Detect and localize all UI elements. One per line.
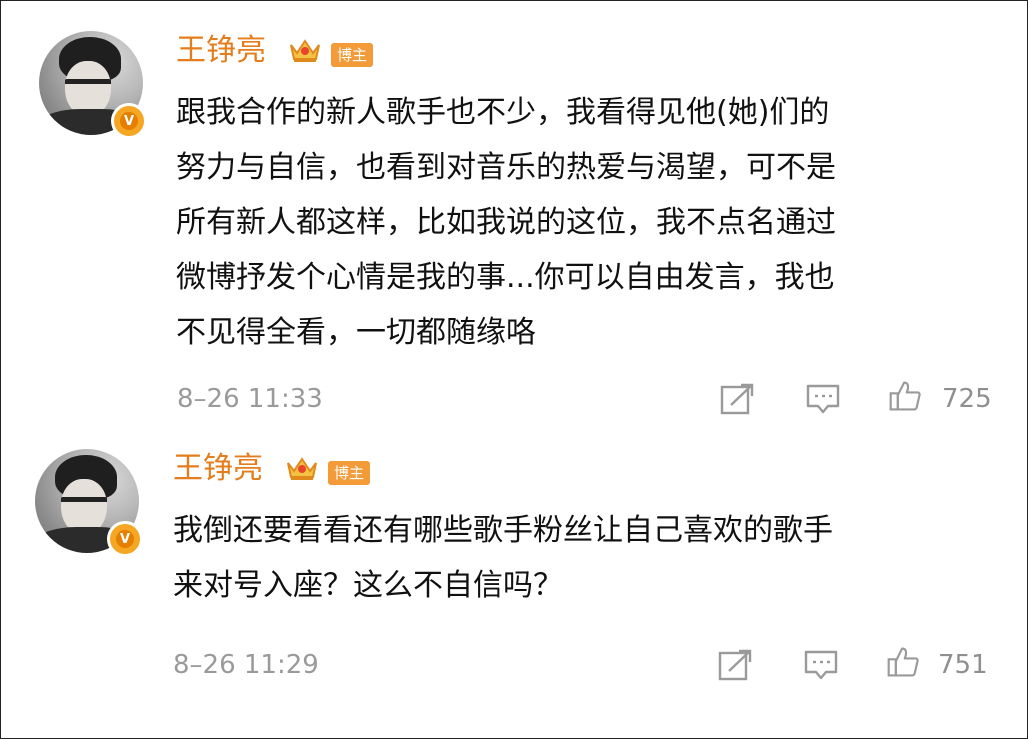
like-count: 725 — [942, 384, 992, 414]
share-icon[interactable] — [717, 648, 755, 682]
comment-text-line: 我倒还要看看还有哪些歌手粉丝让自己喜欢的歌手 — [173, 513, 833, 548]
comment-text-line: 不见得全看，一切都随缘咯 — [176, 315, 536, 350]
like-count: 751 — [938, 650, 988, 680]
comment-icon[interactable] — [802, 648, 840, 682]
comment-text-line: 所有新人都这样，比如我说的这位，我不点名通过 — [176, 205, 836, 240]
crown-icon — [290, 39, 320, 62]
verified-badge-icon: V — [111, 103, 147, 139]
timestamp: 8–26 11:33 — [177, 384, 323, 414]
role-badge: 博主 — [331, 43, 374, 67]
comment-text-line: 来对号入座？这么不自信吗？ — [173, 568, 563, 603]
comment-text-line: 跟我合作的新人歌手也不少，我看得见他(她)们的 — [176, 95, 830, 130]
thumbs-up-icon[interactable] — [886, 379, 924, 413]
timestamp: 8–26 11:29 — [173, 650, 319, 680]
comment-list: V 王铮亮 博主 跟我合作的新人歌手也不少，我看得见他(她)们的 努力与自信，也… — [0, 0, 1028, 739]
verified-badge-icon: V — [107, 521, 143, 557]
comment-text-line: 微博抒发个心情是我的事...你可以自由发言，我也 — [176, 260, 835, 295]
share-icon[interactable] — [719, 382, 757, 416]
crown-icon — [287, 457, 317, 480]
comment-text-line: 努力与自信，也看到对音乐的热爱与渴望，可不是 — [176, 150, 836, 185]
thumbs-up-icon[interactable] — [884, 645, 922, 679]
comment-icon[interactable] — [804, 382, 842, 416]
role-badge: 博主 — [328, 461, 371, 485]
username[interactable]: 王铮亮 — [173, 451, 263, 487]
username[interactable]: 王铮亮 — [176, 33, 266, 69]
